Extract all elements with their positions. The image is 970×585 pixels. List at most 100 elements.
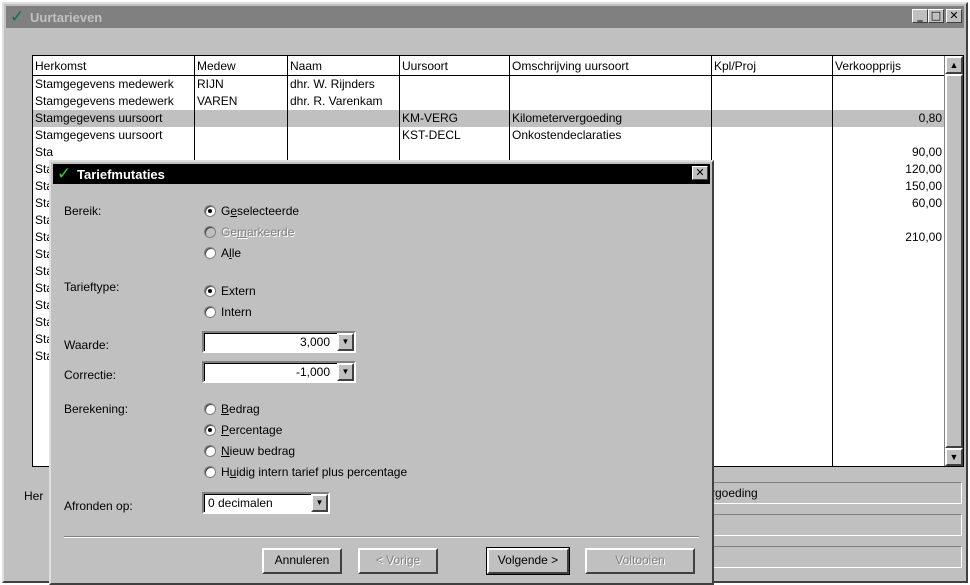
cell-kpl-proj	[712, 348, 833, 365]
readonly-field-3[interactable]	[706, 546, 962, 568]
cell-kpl-proj	[712, 297, 833, 314]
tarieftype-option-1-label: Intern	[221, 305, 252, 319]
cell-omschrijving	[510, 76, 712, 93]
correctie-input[interactable]: -1,000 ▼	[202, 361, 356, 383]
column-header-uursoort[interactable]: Uursoort	[400, 56, 510, 76]
cell-verkoopprijs	[833, 331, 945, 348]
window-controls: _ □ ✕	[912, 9, 962, 23]
cell-kpl-proj	[712, 212, 833, 229]
cell-medew: RIJN	[197, 77, 224, 91]
radio-icon[interactable]	[204, 466, 216, 478]
table-row[interactable]: Stamgegevens medewerk VAREN dhr. R. Varenk…	[33, 93, 945, 110]
cell-verkoopprijs	[833, 127, 945, 144]
app-check-icon: ✓	[10, 7, 25, 26]
cell-verkoopprijs	[833, 348, 945, 365]
cell-verkoopprijs: 120,00	[905, 162, 942, 176]
waarde-input[interactable]: 3,000 ▼	[202, 331, 356, 353]
table-row[interactable]: Sta 90,00	[33, 144, 945, 161]
dialog-title: Tariefmutaties	[77, 166, 165, 182]
waarde-dropdown-icon[interactable]: ▼	[337, 333, 354, 351]
column-header-herkomst[interactable]: Herkomst	[33, 56, 195, 76]
berekening-option-2-label: Nieuw bedrag	[221, 444, 296, 458]
berekening-label: Berekening:	[64, 402, 129, 416]
maximize-icon[interactable]: □	[928, 9, 944, 23]
dialog-close-icon[interactable]: ✕	[692, 166, 708, 180]
cell-naam	[288, 127, 400, 144]
cell-naam: dhr. R. Varenkam	[290, 94, 383, 108]
cell-verkoopprijs: 210,00	[905, 230, 942, 244]
cell-kpl-proj	[712, 178, 833, 195]
cell-naam: dhr. W. Rijnders	[290, 77, 375, 91]
column-header-verkoopprijs[interactable]: Verkoopprijs	[833, 56, 945, 76]
scroll-thumb[interactable]	[945, 74, 963, 448]
cell-kpl-proj	[712, 246, 833, 263]
cell-uursoort	[400, 93, 510, 110]
close-icon[interactable]: ✕	[946, 9, 962, 23]
scroll-up-icon[interactable]: ▲	[945, 56, 963, 74]
berekening-option-3-label: Huidig intern tarief plus percentage	[221, 465, 408, 479]
radio-icon[interactable]	[204, 226, 216, 238]
finish-button[interactable]: Voltooien	[585, 548, 695, 574]
scroll-down-icon[interactable]: ▼	[945, 448, 963, 466]
correctie-value: -1,000	[295, 365, 330, 379]
cell-naam	[288, 110, 400, 127]
readonly-field-2[interactable]	[706, 514, 962, 536]
cell-omschrijving: Kilometervergoeding	[512, 111, 623, 125]
cell-kpl-proj	[712, 161, 833, 178]
column-header-medew[interactable]: Medew	[195, 56, 288, 76]
description-field[interactable]: rgoeding	[706, 482, 962, 504]
bereik-option-0[interactable]: Geselecteerde	[204, 204, 299, 218]
table-row[interactable]: Stamgegevens uursoort KST-DECL Onkostendec…	[33, 127, 945, 144]
afronden-dropdown-icon[interactable]: ▼	[311, 494, 328, 512]
radio-icon[interactable]	[204, 424, 216, 436]
next-button[interactable]: Volgende >	[486, 547, 570, 575]
dialog-check-icon: ✓	[57, 164, 72, 183]
radio-icon[interactable]	[204, 403, 216, 415]
table-row[interactable]: Stamgegevens medewerk RIJN dhr. W. Rijnder…	[33, 76, 945, 93]
bereik-option-1[interactable]: Gemarkeerde	[204, 225, 294, 239]
dialog-titlebar[interactable]: ✓ Tariefmutaties ✕	[53, 164, 710, 184]
berekening-option-0-label: Bedrag	[221, 402, 260, 416]
cell-herkomst: Sta	[35, 145, 54, 159]
radio-icon[interactable]	[204, 306, 216, 318]
radio-icon[interactable]	[204, 205, 216, 217]
radio-icon[interactable]	[204, 445, 216, 457]
berekening-option-2[interactable]: Nieuw bedrag	[204, 444, 295, 458]
cell-uursoort: KM-VERG	[402, 111, 459, 125]
column-header-omschrijving[interactable]: Omschrijving uursoort	[510, 56, 712, 76]
cell-uursoort	[400, 144, 510, 161]
cancel-button[interactable]: Annuleren	[262, 548, 342, 574]
lower-label: Her	[24, 489, 44, 503]
afronden-select[interactable]: 0 decimalen ▼	[202, 492, 330, 514]
tarieftype-option-0[interactable]: Extern	[204, 284, 256, 298]
cell-kpl-proj	[712, 331, 833, 348]
cell-medew	[195, 110, 288, 127]
cell-medew	[195, 127, 288, 144]
correctie-dropdown-icon[interactable]: ▼	[337, 363, 354, 381]
berekening-option-0[interactable]: Bedrag	[204, 402, 260, 416]
cell-omschrijving	[510, 93, 712, 110]
bereik-option-2[interactable]: Alle	[204, 246, 241, 260]
cell-herkomst: Stamgegevens uursoort	[35, 111, 163, 125]
berekening-option-3[interactable]: Huidig intern tarief plus percentage	[204, 465, 407, 479]
cell-kpl-proj	[712, 110, 833, 127]
minimize-icon[interactable]: _	[912, 9, 928, 23]
grid-vertical-scrollbar[interactable]: ▲ ▼	[944, 56, 963, 466]
berekening-option-1-label: Percentage	[221, 423, 283, 437]
cell-kpl-proj	[712, 93, 833, 110]
radio-icon[interactable]	[204, 247, 216, 259]
previous-button[interactable]: < Vorige	[358, 548, 438, 574]
cell-naam	[288, 144, 400, 161]
cell-kpl-proj	[712, 127, 833, 144]
table-row[interactable]: Stamgegevens uursoort KM-VERG Kilometerver…	[33, 110, 945, 127]
cell-herkomst: Stamgegevens medewerk	[35, 94, 174, 108]
dialog-separator	[64, 536, 699, 538]
window-title: Uurtarieven	[30, 9, 103, 25]
radio-icon[interactable]	[204, 285, 216, 297]
tarieftype-option-1[interactable]: Intern	[204, 305, 252, 319]
column-header-naam[interactable]: Naam	[288, 56, 400, 76]
berekening-option-1[interactable]: Percentage	[204, 423, 282, 437]
window-titlebar[interactable]: ✓ Uurtarieven _ □ ✕	[6, 6, 964, 28]
cell-verkoopprijs	[833, 297, 945, 314]
column-header-kpl-proj[interactable]: Kpl/Proj	[712, 56, 833, 76]
